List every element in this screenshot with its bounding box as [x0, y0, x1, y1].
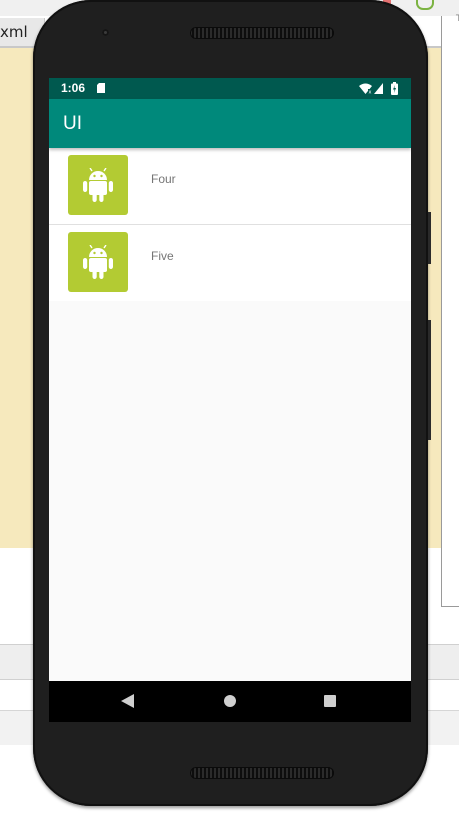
android-icon: [68, 232, 128, 292]
sd-card-icon: [97, 83, 105, 93]
plugin-icon[interactable]: [416, 0, 434, 10]
home-icon[interactable]: [224, 695, 236, 707]
volume-button[interactable]: [428, 320, 431, 440]
device-screen: 1:06 x UI Four Five: [49, 78, 411, 722]
status-bar: 1:06 x: [49, 78, 411, 99]
editor-tab-label: xml: [0, 23, 28, 41]
list-item-label: Five: [151, 249, 174, 263]
wifi-icon: x: [359, 83, 372, 94]
back-icon[interactable]: [121, 694, 134, 708]
list-item[interactable]: Four: [49, 148, 411, 224]
list-item-label: Four: [151, 172, 176, 186]
signal-icon: [374, 83, 383, 94]
list-item[interactable]: Five: [49, 224, 411, 301]
svg-text:x: x: [369, 90, 372, 95]
battery-icon: [391, 82, 398, 95]
navigation-bar: [49, 681, 411, 722]
power-button[interactable]: [428, 212, 431, 264]
earpiece-speaker: [190, 27, 334, 39]
right-panel: [441, 16, 459, 607]
status-clock: 1:06: [61, 81, 86, 95]
app-bar: UI: [49, 99, 411, 148]
android-icon: [68, 155, 128, 215]
app-title: UI: [63, 113, 82, 134]
bottom-speaker: [190, 767, 334, 779]
recents-icon[interactable]: [324, 695, 336, 707]
item-list: Four Five: [49, 148, 411, 301]
front-camera: [102, 29, 109, 36]
